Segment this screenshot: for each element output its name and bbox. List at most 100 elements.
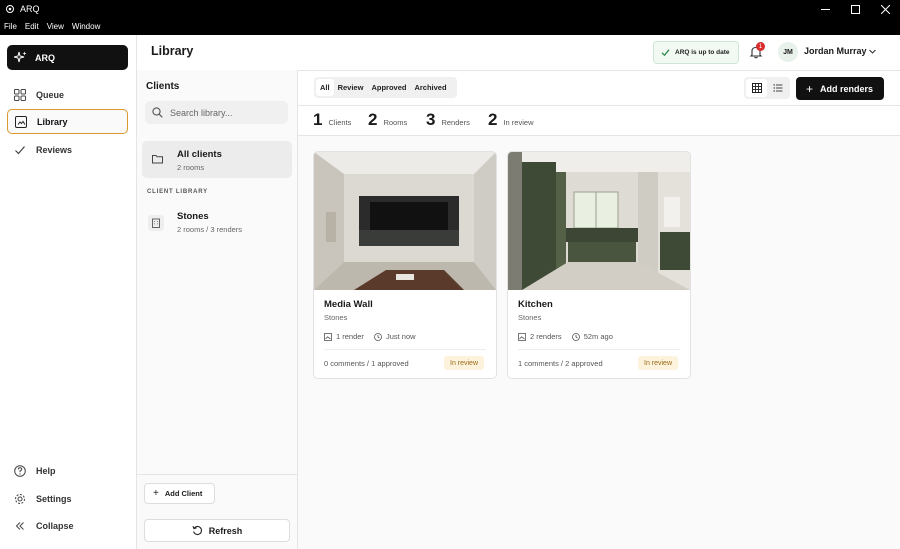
search-icon [152, 107, 163, 118]
title-bar: ARQ [0, 0, 900, 18]
list-view-button[interactable] [768, 79, 788, 97]
sidebar: ARQ Queue Library Reviews Help Settings … [0, 35, 137, 549]
stat-label: Renders [441, 118, 470, 127]
menu-window[interactable]: Window [72, 22, 100, 31]
stat-value: 2 [488, 110, 498, 129]
check-icon [661, 49, 670, 57]
card-meta: 2 renders 52m ago [518, 332, 613, 341]
card-meta: 1 render Just now [324, 332, 416, 341]
nav-library[interactable]: Library [7, 109, 128, 134]
library-icon [15, 115, 27, 128]
all-clients-label: All clients [177, 149, 222, 160]
search-input[interactable]: Search library... [145, 101, 288, 124]
nav-help[interactable]: Help [7, 458, 128, 483]
add-renders-button[interactable]: + Add renders [796, 77, 884, 100]
image-icon [324, 332, 332, 341]
brand-label: ARQ [35, 52, 55, 63]
menu-file[interactable]: File [4, 22, 17, 31]
nav-queue[interactable]: Queue [7, 82, 128, 107]
tab-archived[interactable]: Archived [410, 79, 450, 96]
card-comments: 0 comments / 1 approved [324, 359, 409, 368]
room-card-kitchen[interactable]: Kitchen Stones 2 renders 52m ago 1 comme… [507, 151, 691, 379]
stat-renders: 3 Renders [426, 110, 470, 130]
grid-icon [14, 88, 26, 101]
stat-value: 1 [313, 110, 323, 129]
brand-button[interactable]: ARQ [7, 45, 128, 70]
nav-settings-label: Settings [36, 493, 72, 504]
stat-label: Clients [328, 118, 352, 127]
tab-review[interactable]: Review [334, 79, 368, 96]
nav-collapse-label: Collapse [36, 520, 74, 531]
chevron-down-icon[interactable] [868, 47, 877, 56]
client-library-heading: CLIENT LIBRARY [147, 189, 208, 195]
card-renders: 2 renders [530, 332, 562, 341]
maximize-button[interactable] [840, 0, 870, 18]
collapse-icon [15, 521, 24, 530]
tab-approved[interactable]: Approved [367, 79, 410, 96]
card-title: Media Wall [324, 299, 373, 310]
avatar[interactable]: JM [778, 42, 798, 62]
update-status-badge: ARQ is up to date [653, 41, 739, 64]
refresh-button[interactable]: Refresh [144, 519, 290, 542]
client-item-stones[interactable]: Stones 2 rooms / 3 renders [142, 206, 292, 238]
nav-library-label: Library [37, 116, 68, 127]
tab-all[interactable]: All [316, 79, 334, 96]
card-time: 52m ago [583, 332, 613, 341]
clients-footer: + Add Client Refresh [137, 474, 297, 549]
gear-icon [15, 493, 25, 504]
nav-collapse[interactable]: Collapse [7, 513, 128, 538]
check-icon [15, 145, 25, 154]
status-badge: In review [638, 356, 679, 370]
update-status-text: ARQ is up to date [675, 49, 730, 56]
card-title: Kitchen [518, 299, 553, 310]
stat-label: In review [503, 118, 534, 127]
card-time: Just now [385, 332, 416, 341]
menu-view[interactable]: View [47, 22, 64, 31]
menu-bar: File Edit View Window [0, 18, 900, 35]
close-button[interactable] [870, 0, 900, 18]
card-divider [324, 349, 486, 350]
add-client-button[interactable]: + Add Client [144, 483, 215, 504]
toolbar-divider [298, 105, 900, 106]
nav-reviews[interactable]: Reviews [7, 137, 128, 162]
stat-rooms: 2 Rooms [368, 110, 407, 130]
nav-settings[interactable]: Settings [7, 486, 128, 511]
page-title: Library [151, 44, 194, 58]
stat-label: Rooms [383, 118, 408, 127]
list-icon [773, 84, 783, 92]
room-card-media-wall[interactable]: Media Wall Stones 1 render Just now 0 co… [313, 151, 497, 379]
card-client: Stones [324, 313, 348, 322]
all-clients-item[interactable]: All clients 2 rooms [142, 141, 292, 178]
refresh-icon [192, 525, 202, 536]
plus-icon: + [806, 81, 814, 96]
menu-edit[interactable]: Edit [25, 22, 39, 31]
nav-reviews-label: Reviews [36, 144, 73, 155]
client-name: Stones [177, 211, 209, 222]
stat-value: 3 [426, 110, 436, 129]
card-comments: 1 comments / 2 approved [518, 359, 603, 368]
nav-help-label: Help [36, 465, 56, 476]
stat-value: 2 [368, 110, 378, 129]
grid-icon [751, 83, 762, 93]
view-toggle [744, 77, 790, 99]
filter-tabs: All Review Approved Archived [314, 77, 457, 98]
minimize-button[interactable] [810, 0, 840, 18]
card-divider [518, 349, 680, 350]
user-name[interactable]: Jordan Murray [804, 46, 867, 56]
clients-title: Clients [146, 81, 180, 92]
app-logo-icon [5, 4, 15, 14]
clock-icon [374, 332, 382, 341]
client-sub: 2 rooms / 3 renders [177, 225, 243, 234]
nav-queue-label: Queue [36, 89, 65, 100]
grid-view-button[interactable] [746, 79, 767, 97]
media-wall-render-image [314, 152, 496, 290]
clock-icon [571, 332, 580, 341]
plus-icon: + [153, 488, 159, 499]
add-renders-label: Add renders [820, 83, 874, 94]
folder-icon [152, 155, 163, 164]
status-badge: In review [444, 356, 485, 370]
sparkle-icon [14, 51, 27, 63]
stat-in-review: 2 In review [488, 110, 533, 130]
search-placeholder: Search library... [170, 107, 233, 118]
kitchen-render-image [508, 152, 690, 290]
